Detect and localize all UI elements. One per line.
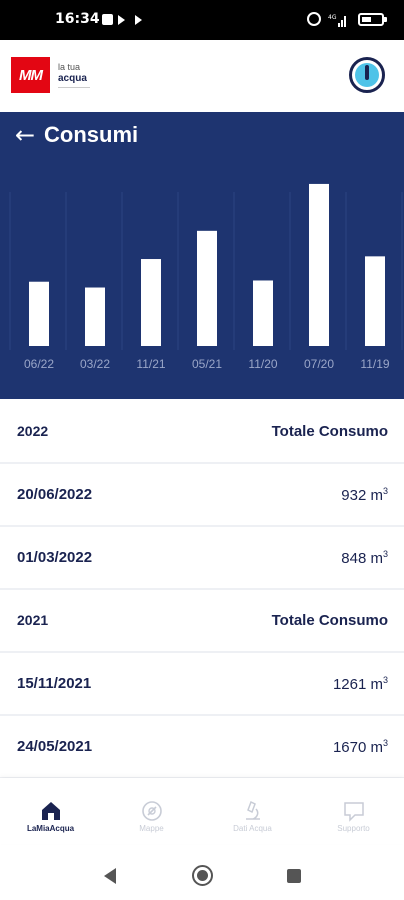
signal-text: 4G [328,14,337,21]
total-consumption-label: Totale Consumo [271,612,388,629]
chart-tick-label: 07/20 [304,357,334,371]
reading-amount: 932 [341,487,367,504]
logo-line1: la tua [58,62,81,72]
chart-bar[interactable] [29,281,49,346]
play-notification-icon [118,15,125,25]
chat-bubble-icon [343,800,365,822]
reading-unit: m [370,550,383,567]
reading-value: 932 m3 [341,486,388,504]
chart-bar[interactable] [365,256,385,346]
nav-item-mappe[interactable]: Mappe [101,778,202,844]
microscope-icon [242,800,264,822]
logo-line2: acqua [58,73,87,84]
reading-unit: m [370,739,383,756]
play-notification-icon-2 [135,15,142,25]
reading-unit: m [370,487,383,504]
reading-row[interactable]: 24/05/2021 1670 m3 [0,716,404,779]
consumption-chart-panel: 06/22 03/22 11/21 05/21 11/20 07/20 11/19 ← Co… [0,112,404,399]
consumption-list: 2022 Totale Consumo 20/06/2022 932 m3 01/03/… [0,401,404,779]
chart-tick-label: 11/20 [248,357,277,371]
reading-date: 24/05/2021 [17,738,93,755]
nav-item-label: Dati Acqua [233,824,272,833]
water-status-gauge-icon[interactable] [349,57,385,93]
reading-value: 848 m3 [341,549,388,567]
nav-item-label: LaMiaAcqua [26,824,75,833]
home-button-icon[interactable] [192,865,213,886]
mm-logo: MM [11,57,50,93]
consumption-chart: 06/22 03/22 11/21 05/21 11/20 07/20 11/19 [9,183,403,371]
nav-item-label: Mappe [139,824,164,833]
home-icon [40,800,62,822]
chart-tick-label: 11/19 [360,357,389,371]
reading-amount: 1261 [332,676,367,693]
nav-item-label: Supporto [337,824,370,833]
reading-value: 1261 m3 [333,675,388,693]
year-header-row: 2022 Totale Consumo [0,401,404,464]
chart-tick-label: 05/21 [192,357,222,371]
back-icon[interactable] [104,868,116,884]
reading-date: 15/11/2021 [17,675,92,692]
logo-tagline: la tua acqua [58,62,90,88]
nav-item-supporto[interactable]: Supporto [303,778,404,844]
chart-bar[interactable] [85,287,105,346]
app-header: MM la tua acqua [0,40,404,112]
reading-amount: 1670 [332,739,367,756]
chart-tick-label: 03/22 [80,357,110,371]
year-header-row: 2021 Totale Consumo [0,590,404,653]
reading-row[interactable]: 15/11/2021 1261 m3 [0,653,404,716]
signal-icon: 4G [328,14,346,27]
year-label: 2022 [17,423,49,439]
recent-apps-icon[interactable] [287,869,301,883]
reading-date: 20/06/2022 [17,486,93,503]
year-label: 2021 [17,612,49,628]
reading-row[interactable]: 01/03/2022 848 m3 [0,527,404,590]
nav-item-lamiaacqua[interactable]: LaMiaAcqua [0,778,101,844]
page-title: Consumi [44,122,139,147]
reading-unit-exponent: 3 [382,738,388,748]
chart-bar[interactable] [197,230,217,346]
alarm-icon [307,12,321,26]
nav-item-dati-acqua[interactable]: Dati Acqua [202,778,303,844]
reading-value: 1670 m3 [333,738,388,756]
map-pin-icon [141,800,163,822]
reading-unit-exponent: 3 [382,675,388,685]
reading-unit-exponent: 3 [382,486,388,496]
battery-fill [362,17,371,22]
battery-icon [358,13,387,26]
chart-bar[interactable] [309,183,329,346]
reading-amount: 848 [341,550,367,567]
reading-unit-exponent: 3 [382,549,388,559]
notification-icon [102,14,113,25]
chart-tick-label: 11/21 [136,357,165,371]
total-consumption-label: Totale Consumo [271,423,388,440]
chart-bar[interactable] [253,280,273,346]
chart-bar[interactable] [141,259,161,346]
arrow-left-icon[interactable]: ← [15,123,35,147]
chart-tick-label: 06/22 [24,357,54,371]
status-bar: 16:34 4G [0,0,404,40]
reading-date: 01/03/2022 [17,549,93,566]
bottom-navigation: LaMiaAcqua Mappe Dati Acqua Supporto [0,778,404,844]
reading-unit: m [370,676,383,693]
android-nav-bar [0,853,404,900]
reading-row[interactable]: 20/06/2022 932 m3 [0,464,404,527]
status-time: 16:34 [55,11,100,27]
